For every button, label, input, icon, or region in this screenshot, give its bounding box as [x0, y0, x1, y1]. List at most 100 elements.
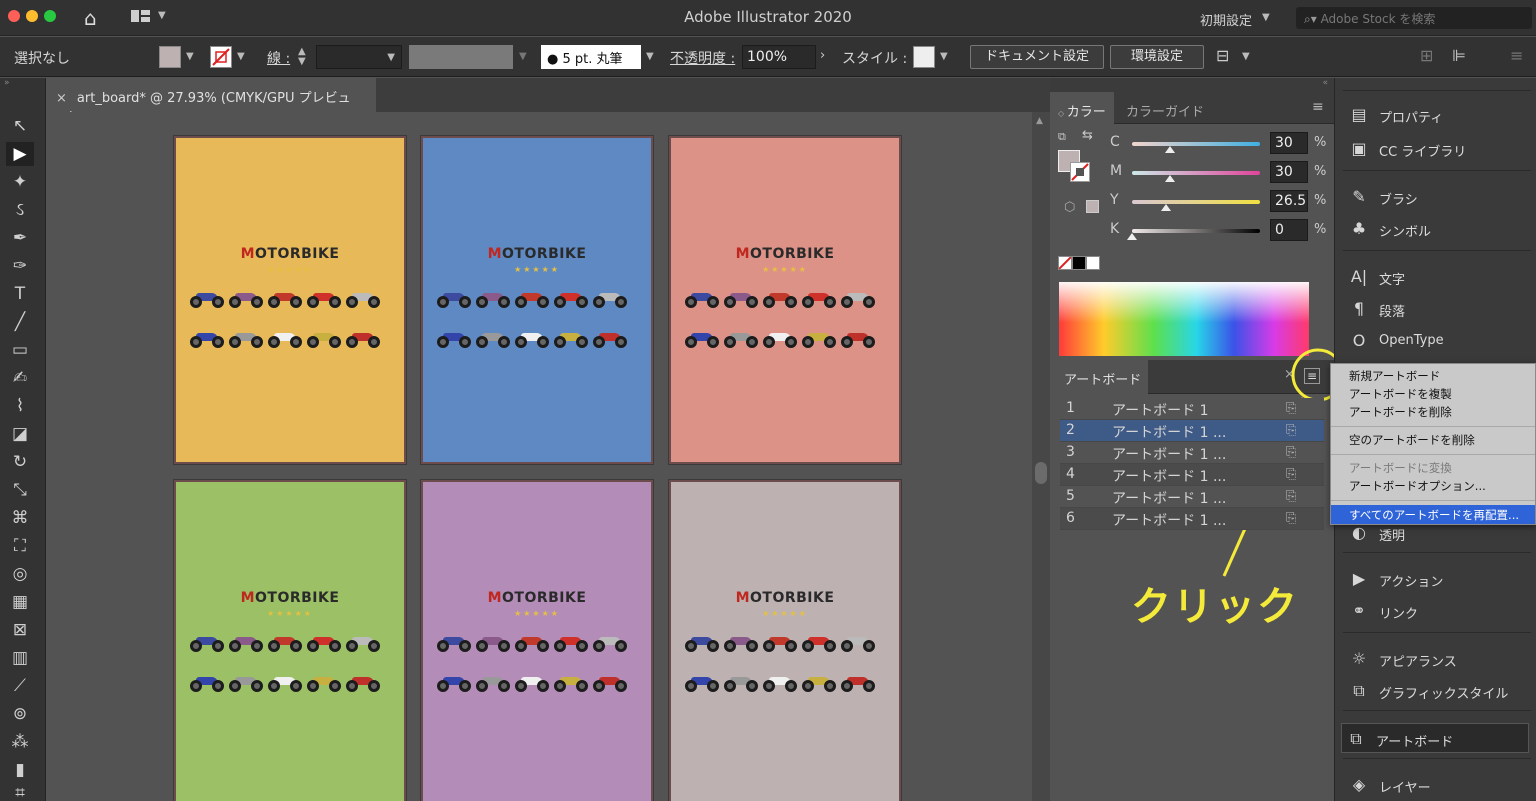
artboard-2[interactable]: MOTORBIKE ★★★★★ [421, 136, 653, 464]
dock-item-graphic-styles[interactable]: ⧉ グラフィックスタイル [1345, 676, 1531, 706]
menu-item-delete-artboard[interactable]: アートボードを削除 [1349, 404, 1452, 422]
blend-tool-icon[interactable]: ⊚ [6, 702, 34, 726]
black-swatch[interactable] [1072, 256, 1086, 270]
opacity-input[interactable]: 100% [742, 45, 816, 69]
distribute-icon[interactable]: ⊫ [1452, 46, 1466, 65]
stroke-stepper[interactable]: ▲ ▼ [298, 47, 306, 67]
slider-thumb-c[interactable] [1165, 146, 1176, 153]
default-colors-icon[interactable]: ⧉ [1058, 130, 1066, 144]
dock-item-character[interactable]: A| 文字 [1345, 262, 1531, 292]
shaper-tool-icon[interactable]: ⌇ [6, 394, 34, 418]
stroke-swatch[interactable] [210, 46, 232, 68]
document-tab[interactable]: ×art_board* @ 27.93% (CMYK/GPU プレビュー) [46, 78, 376, 125]
swap-colors-icon[interactable]: ⇆ [1082, 128, 1093, 143]
workspace-switcher[interactable]: 初期設定 [1200, 10, 1252, 29]
artboard-options-icon[interactable]: ⎘ [1286, 445, 1296, 460]
graphic-style-swatch[interactable] [913, 46, 935, 68]
menu-item-delete-empty-artboards[interactable]: 空のアートボードを削除 [1349, 432, 1475, 450]
preferences-button[interactable]: 環境設定 [1110, 45, 1204, 69]
shape-builder-tool-icon[interactable]: ◎ [6, 562, 34, 586]
brush-definition[interactable]: ● 5 pt. 丸筆 [541, 45, 641, 69]
channel-value-m[interactable]: 30 [1270, 161, 1308, 183]
channel-value-y[interactable]: 26.5 [1270, 190, 1308, 212]
artboard-3[interactable]: MOTORBIKE ★★★★★ [669, 136, 901, 464]
dock-item-symbol[interactable]: ♣ シンボル [1345, 214, 1531, 244]
artboard-1[interactable]: MOTORBIKE ★★★★★ [174, 136, 406, 464]
slider-thumb-k[interactable] [1127, 233, 1137, 240]
color-panel-menu-icon[interactable]: ≡ [1312, 99, 1324, 115]
tab-color-guide[interactable]: カラーガイド [1126, 101, 1204, 120]
scrollbar-thumb[interactable] [1035, 462, 1047, 484]
variable-width-profile[interactable] [409, 45, 513, 69]
pen-tool-icon[interactable]: ✒ [6, 226, 34, 250]
scroll-up-icon[interactable]: ▲ [1036, 116, 1043, 126]
channel-value-c[interactable]: 30 [1270, 132, 1308, 154]
mesh-tool-icon[interactable]: ⊠ [6, 618, 34, 642]
channel-slider-y[interactable] [1132, 200, 1260, 204]
arrange-icon[interactable]: ⊞ [1420, 46, 1433, 65]
slider-thumb-m[interactable] [1165, 175, 1176, 182]
artboard-options-icon[interactable]: ⎘ [1286, 489, 1296, 504]
channel-slider-m[interactable] [1132, 171, 1260, 175]
canvas-vertical-scrollbar[interactable]: ▲ [1032, 112, 1050, 801]
stroke-color-box[interactable] [1070, 162, 1090, 182]
chevron-down-icon[interactable]: ▼ [519, 51, 527, 62]
artboard-4[interactable]: MOTORBIKE ★★★★★ [174, 480, 406, 801]
artboard-list-row[interactable]: 6 アートボード 1 ... ⎘ [1060, 508, 1324, 530]
fill-swatch[interactable] [159, 46, 181, 68]
selection-tool-icon[interactable]: ↖ [6, 114, 34, 138]
artboard-list-row[interactable]: 1 アートボード 1 ⎘ [1060, 398, 1324, 420]
artboard-options-icon[interactable]: ⎘ [1286, 401, 1296, 416]
close-panel-icon[interactable]: × [1284, 367, 1295, 382]
curvature-tool-icon[interactable]: ✑ [6, 254, 34, 278]
chevron-down-icon[interactable]: ▼ [186, 51, 194, 62]
artboard-list-row[interactable]: 4 アートボード 1 ... ⎘ [1060, 464, 1324, 486]
chevron-down-icon[interactable]: ▼ [1262, 12, 1270, 23]
symbol-sprayer-tool-icon[interactable]: ⁂ [6, 730, 34, 754]
warp-tool-icon[interactable]: ⌘ [6, 506, 34, 530]
menu-item-new-artboard[interactable]: 新規アートボード [1349, 368, 1440, 386]
lasso-tool-icon[interactable]: ઽ [6, 198, 34, 222]
opacity-label[interactable]: 不透明度 : [670, 48, 735, 68]
stock-search-input[interactable]: ⌕▾ Adobe Stock を検索 [1296, 7, 1532, 29]
line-tool-icon[interactable]: ╱ [6, 310, 34, 334]
artboard-tool-icon[interactable]: ⌗ [6, 781, 34, 801]
dock-item-brush[interactable]: ✎ ブラシ [1345, 182, 1531, 212]
artboard-list-row[interactable]: 3 アートボード 1 ... ⎘ [1060, 442, 1324, 464]
collapse-toolbar-icon[interactable]: » [0, 78, 46, 90]
stroke-weight-dropdown[interactable]: ▼ [316, 45, 402, 69]
dock-item-layers[interactable]: ◈ レイヤー [1345, 770, 1531, 800]
artboard-options-icon[interactable]: ⎘ [1286, 511, 1296, 526]
artboard-panel-menu-icon[interactable]: ≡ [1304, 368, 1320, 384]
magic-wand-tool-icon[interactable]: ✦ [6, 170, 34, 194]
dock-item-opentype[interactable]: O OpenType [1345, 326, 1531, 356]
dock-item-properties[interactable]: ▤ プロパティ [1345, 100, 1531, 130]
collapse-panels-icon[interactable]: « [1050, 78, 1334, 92]
rotate-tool-icon[interactable]: ↻ [6, 450, 34, 474]
stroke-label[interactable]: 線 : [267, 48, 290, 68]
tab-artboards[interactable]: アートボード [1064, 369, 1141, 388]
paintbrush-tool-icon[interactable]: ✍ [6, 366, 34, 390]
align-icon[interactable]: ⊟ [1216, 46, 1229, 65]
artboard-list-row[interactable]: 5 アートボード 1 ... ⎘ [1060, 486, 1324, 508]
chevron-down-icon[interactable]: ▼ [940, 51, 948, 62]
perspective-grid-tool-icon[interactable]: ▦ [6, 590, 34, 614]
white-swatch[interactable] [1086, 256, 1100, 270]
artboard-6[interactable]: MOTORBIKE ★★★★★ [669, 480, 901, 801]
direct-selection-tool-icon[interactable]: ▶ [6, 142, 34, 166]
artboard-options-icon[interactable]: ⎘ [1286, 423, 1296, 438]
channel-slider-k[interactable] [1132, 229, 1260, 233]
eyedropper-tool-icon[interactable]: ⟋ [6, 674, 34, 698]
chevron-down-icon[interactable]: ▼ [237, 51, 245, 62]
panel-menu-icon[interactable]: ≡ [1510, 46, 1523, 65]
artboard-5[interactable]: MOTORBIKE ★★★★★ [421, 480, 653, 801]
eraser-tool-icon[interactable]: ◪ [6, 422, 34, 446]
dock-item-appearance[interactable]: ☼ アピアランス [1345, 644, 1531, 674]
menu-item-duplicate-artboard[interactable]: アートボードを複製 [1349, 386, 1452, 404]
gradient-tool-icon[interactable]: ▥ [6, 646, 34, 670]
free-transform-tool-icon[interactable]: ⛶ [6, 534, 34, 558]
dock-item-links[interactable]: ⚭ リンク [1345, 596, 1531, 626]
artboard-list-row[interactable]: 2 アートボード 1 ... ⎘ [1060, 420, 1324, 442]
channel-slider-c[interactable] [1132, 142, 1260, 146]
document-setup-button[interactable]: ドキュメント設定 [970, 45, 1104, 69]
